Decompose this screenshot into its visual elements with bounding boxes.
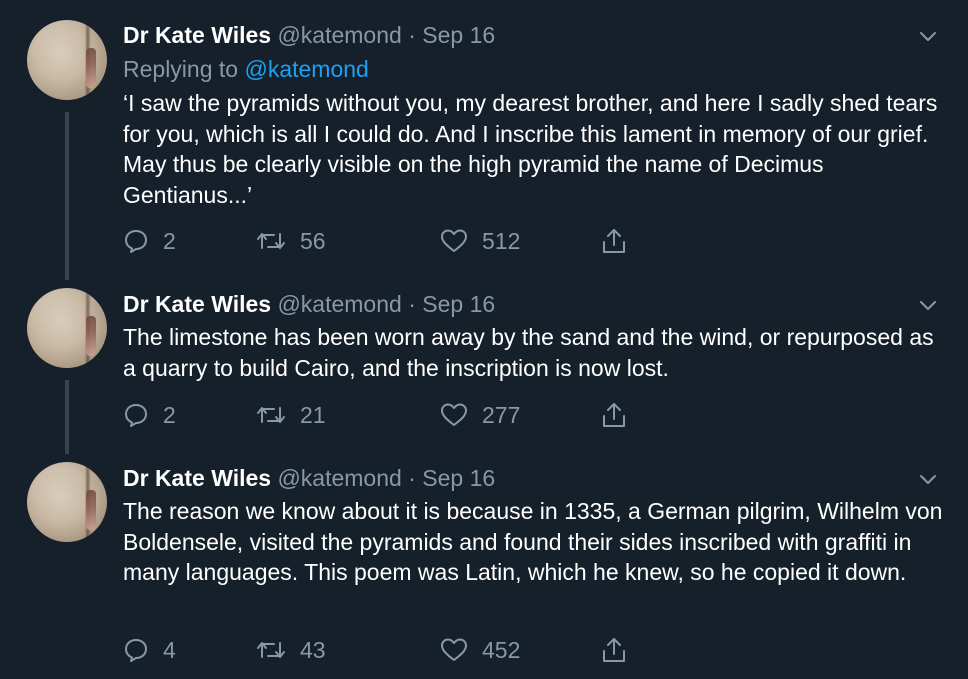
- retweet-arrows-icon: [257, 642, 285, 658]
- share-upload-icon: [603, 638, 625, 662]
- tweet-text: The reason we know about it is because i…: [123, 498, 943, 585]
- tweet-header: Dr Kate Wiles @katemond · Sep 16: [123, 464, 495, 492]
- chevron-down-icon[interactable]: [918, 472, 938, 486]
- tweet-actions: 4 43 452: [123, 635, 643, 665]
- tweet-date[interactable]: Sep 16: [422, 465, 495, 491]
- avatar[interactable]: [27, 462, 107, 542]
- like-count: 452: [482, 636, 521, 663]
- author-handle[interactable]: @katemond: [277, 465, 401, 491]
- retweet-button[interactable]: 43: [256, 635, 326, 665]
- heart-outline-icon: [441, 638, 467, 661]
- tweet[interactable]: Dr Kate Wiles @katemond · Sep 16 The rea…: [0, 0, 968, 679]
- author-display-name[interactable]: Dr Kate Wiles: [123, 465, 271, 491]
- like-button[interactable]: 452: [440, 635, 520, 665]
- retweet-count: 43: [300, 636, 326, 663]
- reply-button[interactable]: 4: [123, 635, 176, 665]
- speech-bubble-icon: [125, 639, 147, 662]
- reply-count: 4: [163, 636, 176, 663]
- share-button[interactable]: [601, 635, 627, 665]
- separator-dot: ·: [408, 465, 416, 491]
